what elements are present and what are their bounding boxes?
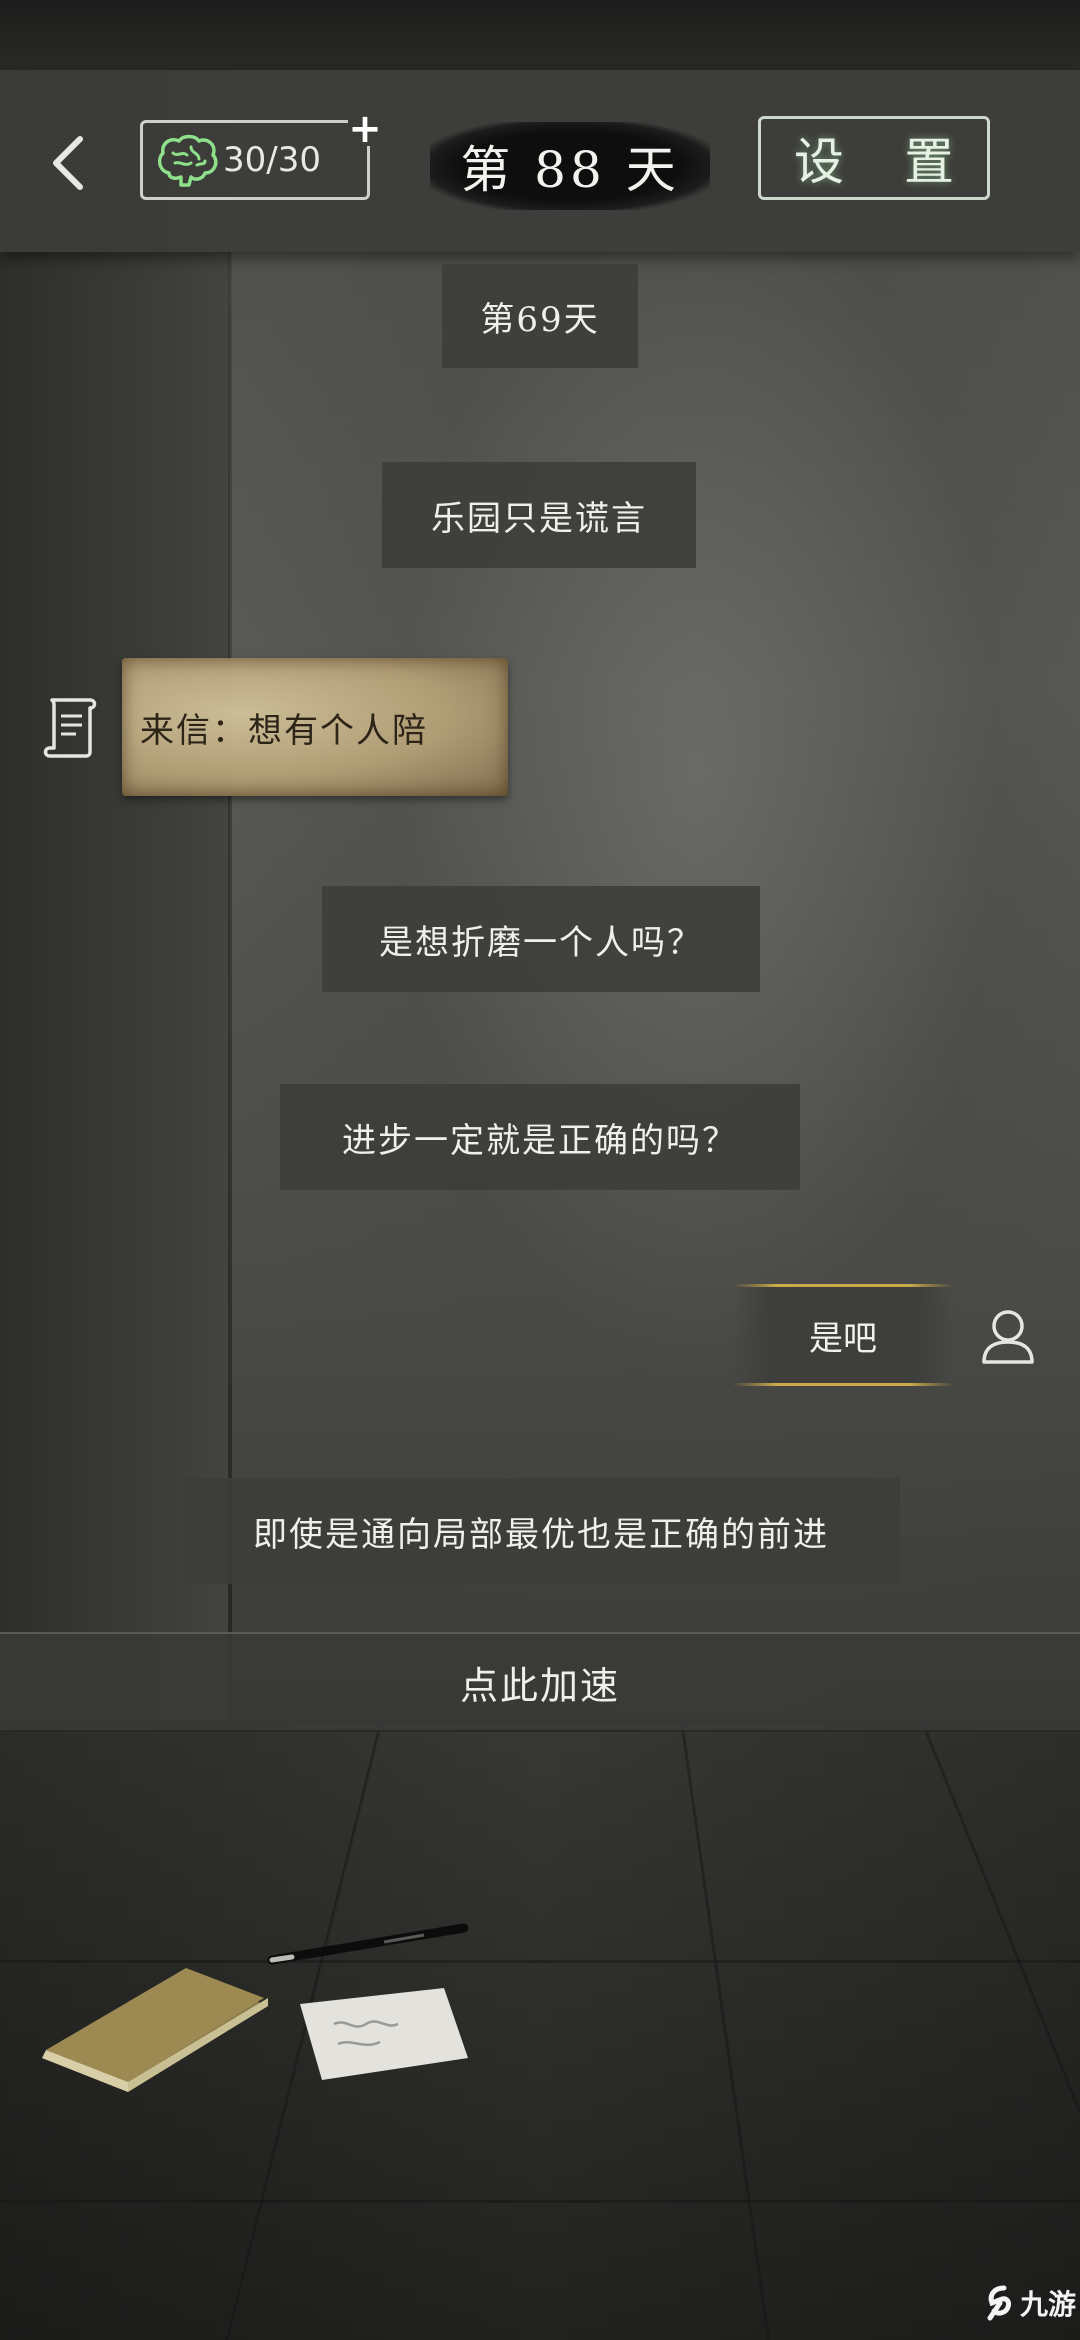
watermark: 九游 <box>986 2278 1076 2328</box>
story-message: 乐园只是谎言 <box>382 462 696 568</box>
story-message: 是想折磨一个人吗？ <box>322 886 760 992</box>
story-message: 即使是通向局部最优也是正确的前进 <box>182 1478 900 1584</box>
jiuyou-logo-icon <box>987 2285 1011 2321</box>
back-wall <box>230 0 1080 1720</box>
add-energy-button[interactable]: + <box>348 109 382 149</box>
watermark-text: 九游 <box>1020 2288 1077 2321</box>
user-icon <box>982 1310 1034 1364</box>
back-button[interactable] <box>38 128 98 198</box>
energy-counter: 30/30 <box>140 120 370 200</box>
pen-prop <box>267 1923 469 1965</box>
energy-value: 30/30 <box>223 140 321 180</box>
left-wall <box>0 0 232 1900</box>
settings-button[interactable]: 设 置 <box>758 116 990 200</box>
story-day-label: 第69天 <box>442 264 638 368</box>
paper-note-prop <box>300 1988 468 2080</box>
top-bar: 30/30 + 第 88 天 设 置 <box>0 70 1080 252</box>
scroll-icon <box>43 698 97 758</box>
speed-up-button[interactable]: 点此加速 <box>0 1632 1080 1732</box>
player-choice: 是吧 <box>732 1284 954 1386</box>
incoming-letter[interactable]: 来信：想有个人陪 <box>122 658 508 796</box>
notebook-prop <box>42 1968 268 2092</box>
current-day-title: 第 88 天 <box>430 122 710 210</box>
floor-tile-line <box>0 2200 1080 2203</box>
chevron-left-icon <box>53 136 83 190</box>
story-message: 进步一定就是正确的吗？ <box>280 1084 800 1190</box>
ceiling <box>0 0 1080 70</box>
floor-tile-line <box>0 1960 1080 1963</box>
brain-icon <box>157 134 218 187</box>
